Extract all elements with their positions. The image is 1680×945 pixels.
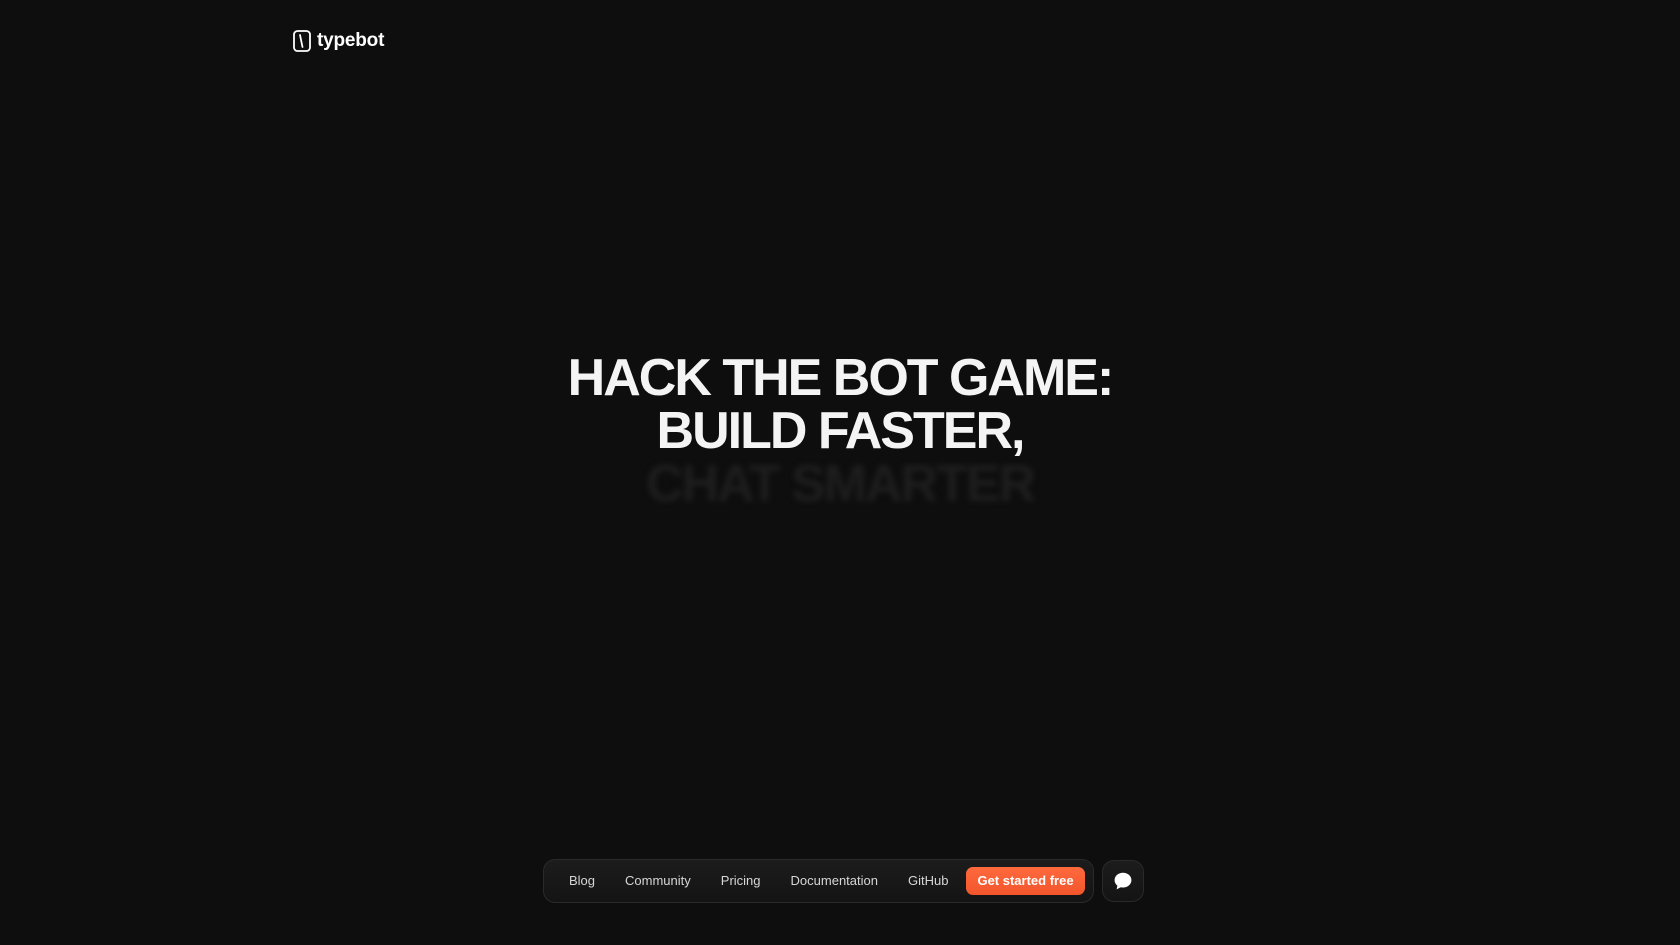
nav-link-pricing[interactable]: Pricing [706,866,776,896]
chat-button[interactable] [1101,860,1144,902]
hero-line-1: HACK THE BOT GAME: [567,349,1115,407]
brand-logo-link[interactable]: typebot [293,30,384,52]
hero-line-2: BUILD FASTER, [656,402,1026,460]
landing-page: typebot HACK THE BOT GAME: BUILD FASTER,… [0,0,1680,945]
hero-line-3: CHAT SMARTER [645,455,1036,513]
nav-link-documentation[interactable]: Documentation [776,866,893,896]
nav-link-community[interactable]: Community [610,866,706,896]
brand-name: typebot [317,30,385,51]
bottom-navigation: Blog Community Pricing Documentation Git… [543,859,1144,903]
nav-bar: Blog Community Pricing Documentation Git… [543,859,1094,903]
hero-heading: HACK THE BOT GAME: BUILD FASTER, CHAT SM… [0,352,1680,511]
typebot-logo-icon [293,30,311,52]
chat-bubble-icon [1112,870,1134,892]
nav-link-github[interactable]: GitHub [893,866,963,896]
nav-link-blog[interactable]: Blog [554,866,610,896]
get-started-button[interactable]: Get started free [966,867,1085,895]
